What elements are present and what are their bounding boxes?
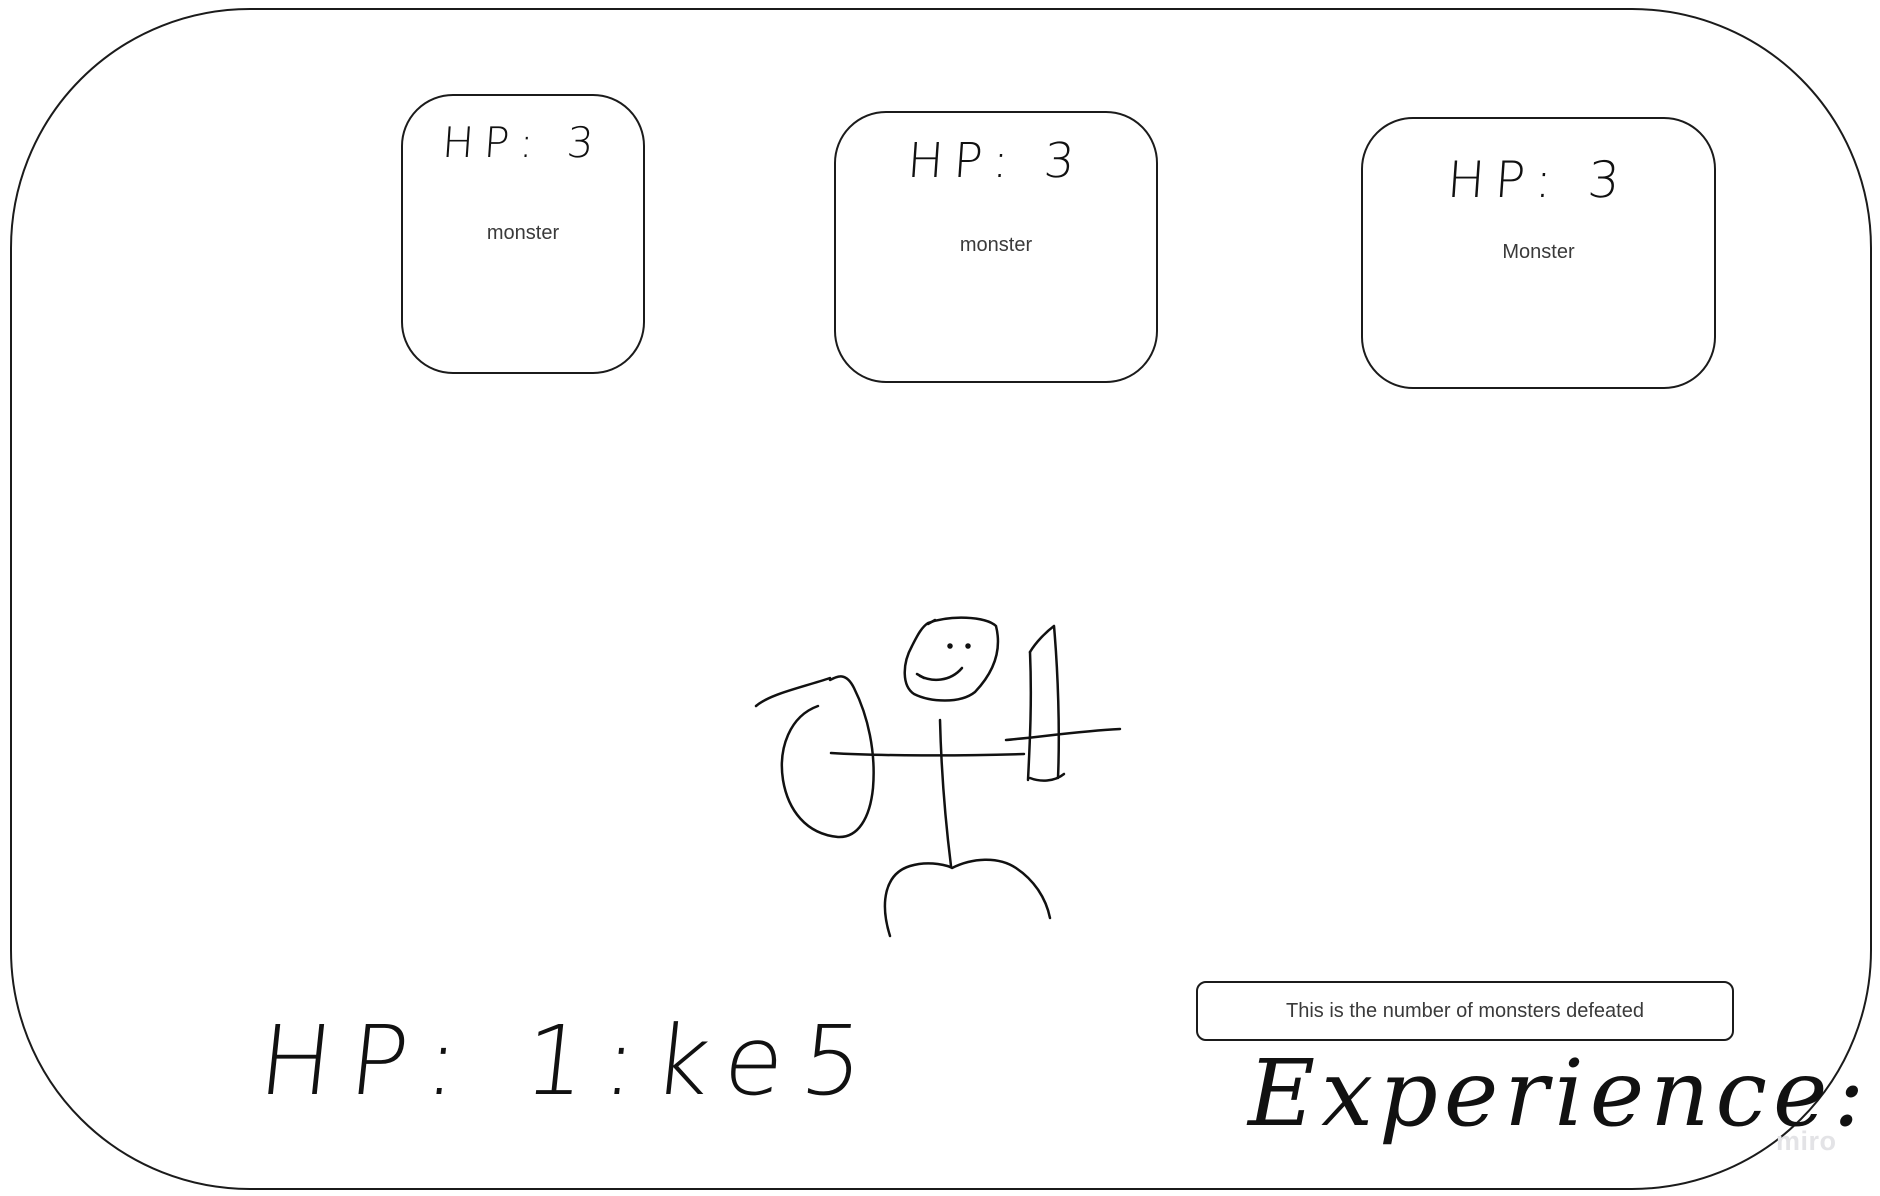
hero-legs xyxy=(883,858,1052,938)
hero-shield xyxy=(780,675,875,839)
hero-sword-edge xyxy=(1026,650,1033,782)
hero-smile xyxy=(918,666,964,682)
game-mockup-canvas: HP: 3 monster HP: 3 monster HP: 3 Monste… xyxy=(0,0,1880,1196)
hero-head xyxy=(903,616,1000,702)
monsters-defeated-box: This is the number of monsters defeated xyxy=(1196,981,1734,1041)
hero-shield-strap xyxy=(754,676,832,708)
hero-hair-mark xyxy=(926,618,937,626)
hero-sword-blade xyxy=(1028,624,1061,780)
hero-eye xyxy=(947,643,953,649)
hero-smile-corner xyxy=(915,672,926,680)
hero-torso xyxy=(938,718,953,868)
hero-eye xyxy=(965,643,971,649)
hero-sword-arm xyxy=(1004,727,1122,742)
hero-arms xyxy=(829,751,1026,757)
miro-watermark: miro xyxy=(1776,1126,1837,1156)
monsters-defeated-text: This is the number of monsters defeated xyxy=(1286,999,1644,1022)
player-hp-label: HP: 1:ke5 xyxy=(254,1005,887,1117)
